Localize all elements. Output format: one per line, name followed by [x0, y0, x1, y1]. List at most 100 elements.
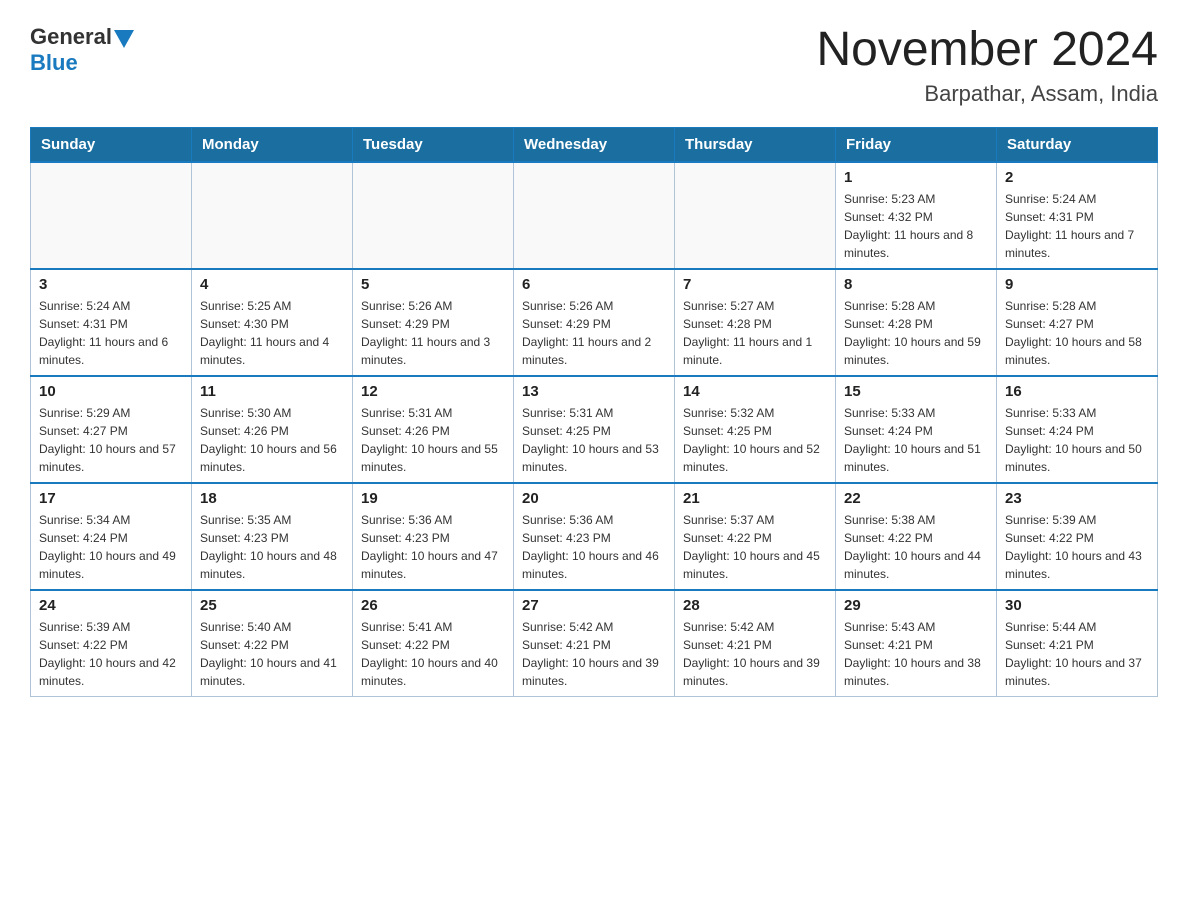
day-info: Sunrise: 5:39 AMSunset: 4:22 PMDaylight:… [39, 618, 183, 690]
calendar-cell: 26Sunrise: 5:41 AMSunset: 4:22 PMDayligh… [353, 590, 514, 697]
day-number: 8 [844, 276, 988, 293]
calendar-cell: 19Sunrise: 5:36 AMSunset: 4:23 PMDayligh… [353, 483, 514, 590]
day-info: Sunrise: 5:28 AMSunset: 4:27 PMDaylight:… [1005, 297, 1149, 369]
day-header-wednesday: Wednesday [514, 127, 675, 162]
day-info: Sunrise: 5:42 AMSunset: 4:21 PMDaylight:… [683, 618, 827, 690]
day-number: 11 [200, 383, 344, 400]
day-number: 12 [361, 383, 505, 400]
calendar-cell: 25 Sunrise: 5:40 AMSunset: 4:22 PMDayligh… [192, 590, 353, 697]
calendar-cell: 16Sunrise: 5:33 AMSunset: 4:24 PMDayligh… [997, 376, 1158, 483]
calendar-cell [31, 162, 192, 269]
day-info: Sunrise: 5:33 AMSunset: 4:24 PMDaylight:… [844, 404, 988, 476]
calendar-week-row: 10 Sunrise: 5:29 AMSunset: 4:27 PMDayligh… [31, 376, 1158, 483]
calendar-cell: 7 Sunrise: 5:27 AMSunset: 4:28 PMDaylight… [675, 269, 836, 376]
day-header-monday: Monday [192, 127, 353, 162]
day-header-tuesday: Tuesday [353, 127, 514, 162]
day-number: 6 [522, 276, 666, 293]
calendar-table: SundayMondayTuesdayWednesdayThursdayFrid… [30, 127, 1158, 697]
day-number: 16 [1005, 383, 1149, 400]
day-number: 21 [683, 490, 827, 507]
calendar-cell: 5 Sunrise: 5:26 AMSunset: 4:29 PMDaylight… [353, 269, 514, 376]
day-number: 9 [1005, 276, 1149, 293]
day-info: Sunrise: 5:32 AMSunset: 4:25 PMDaylight:… [683, 404, 827, 476]
day-number: 4 [200, 276, 344, 293]
logo-general-text: General [30, 24, 112, 50]
day-number: 22 [844, 490, 988, 507]
calendar-cell: 1 Sunrise: 5:23 AMSunset: 4:32 PMDaylight… [836, 162, 997, 269]
day-info: Sunrise: 5:27 AMSunset: 4:28 PMDaylight:… [683, 297, 827, 369]
calendar-cell: 14 Sunrise: 5:32 AMSunset: 4:25 PMDayligh… [675, 376, 836, 483]
day-number: 30 [1005, 597, 1149, 614]
day-header-saturday: Saturday [997, 127, 1158, 162]
calendar-cell [353, 162, 514, 269]
title-block: November 2024 Barpathar, Assam, India [816, 24, 1158, 107]
calendar-header-row: SundayMondayTuesdayWednesdayThursdayFrid… [31, 127, 1158, 162]
day-number: 23 [1005, 490, 1149, 507]
day-info: Sunrise: 5:23 AMSunset: 4:32 PMDaylight:… [844, 190, 988, 262]
day-info: Sunrise: 5:28 AMSunset: 4:28 PMDaylight:… [844, 297, 988, 369]
day-number: 24 [39, 597, 183, 614]
day-info: Sunrise: 5:29 AMSunset: 4:27 PMDaylight:… [39, 404, 183, 476]
calendar-subtitle: Barpathar, Assam, India [816, 81, 1158, 107]
day-number: 27 [522, 597, 666, 614]
calendar-cell: 21 Sunrise: 5:37 AMSunset: 4:22 PMDayligh… [675, 483, 836, 590]
day-number: 3 [39, 276, 183, 293]
calendar-cell: 4Sunrise: 5:25 AMSunset: 4:30 PMDaylight… [192, 269, 353, 376]
day-number: 7 [683, 276, 827, 293]
calendar-cell: 24 Sunrise: 5:39 AMSunset: 4:22 PMDayligh… [31, 590, 192, 697]
day-header-friday: Friday [836, 127, 997, 162]
day-number: 14 [683, 383, 827, 400]
calendar-cell: 6Sunrise: 5:26 AMSunset: 4:29 PMDaylight… [514, 269, 675, 376]
day-number: 1 [844, 169, 988, 186]
calendar-cell: 22 Sunrise: 5:38 AMSunset: 4:22 PMDayligh… [836, 483, 997, 590]
calendar-cell: 11 Sunrise: 5:30 AMSunset: 4:26 PMDayligh… [192, 376, 353, 483]
day-info: Sunrise: 5:40 AMSunset: 4:22 PMDaylight:… [200, 618, 344, 690]
day-info: Sunrise: 5:36 AMSunset: 4:23 PMDaylight:… [522, 511, 666, 583]
calendar-cell: 27 Sunrise: 5:42 AMSunset: 4:21 PMDayligh… [514, 590, 675, 697]
calendar-cell: 29Sunrise: 5:43 AMSunset: 4:21 PMDayligh… [836, 590, 997, 697]
calendar-cell: 18 Sunrise: 5:35 AMSunset: 4:23 PMDayligh… [192, 483, 353, 590]
day-number: 10 [39, 383, 183, 400]
calendar-cell: 10 Sunrise: 5:29 AMSunset: 4:27 PMDayligh… [31, 376, 192, 483]
calendar-cell: 15 Sunrise: 5:33 AMSunset: 4:24 PMDayligh… [836, 376, 997, 483]
day-info: Sunrise: 5:41 AMSunset: 4:22 PMDaylight:… [361, 618, 505, 690]
calendar-cell: 13 Sunrise: 5:31 AMSunset: 4:25 PMDayligh… [514, 376, 675, 483]
day-number: 25 [200, 597, 344, 614]
day-number: 29 [844, 597, 988, 614]
calendar-cell: 3 Sunrise: 5:24 AMSunset: 4:31 PMDaylight… [31, 269, 192, 376]
day-number: 18 [200, 490, 344, 507]
day-info: Sunrise: 5:30 AMSunset: 4:26 PMDaylight:… [200, 404, 344, 476]
calendar-cell: 12Sunrise: 5:31 AMSunset: 4:26 PMDayligh… [353, 376, 514, 483]
calendar-cell [675, 162, 836, 269]
calendar-cell: 17Sunrise: 5:34 AMSunset: 4:24 PMDayligh… [31, 483, 192, 590]
day-number: 19 [361, 490, 505, 507]
calendar-week-row: 17Sunrise: 5:34 AMSunset: 4:24 PMDayligh… [31, 483, 1158, 590]
calendar-week-row: 1 Sunrise: 5:23 AMSunset: 4:32 PMDaylight… [31, 162, 1158, 269]
day-info: Sunrise: 5:37 AMSunset: 4:22 PMDaylight:… [683, 511, 827, 583]
calendar-cell: 30 Sunrise: 5:44 AMSunset: 4:21 PMDayligh… [997, 590, 1158, 697]
day-info: Sunrise: 5:35 AMSunset: 4:23 PMDaylight:… [200, 511, 344, 583]
day-header-sunday: Sunday [31, 127, 192, 162]
day-info: Sunrise: 5:34 AMSunset: 4:24 PMDaylight:… [39, 511, 183, 583]
calendar-cell: 20 Sunrise: 5:36 AMSunset: 4:23 PMDayligh… [514, 483, 675, 590]
day-info: Sunrise: 5:24 AMSunset: 4:31 PMDaylight:… [39, 297, 183, 369]
calendar-cell: 23 Sunrise: 5:39 AMSunset: 4:22 PMDayligh… [997, 483, 1158, 590]
calendar-cell [514, 162, 675, 269]
day-number: 13 [522, 383, 666, 400]
logo: General Blue [30, 24, 134, 76]
day-info: Sunrise: 5:26 AMSunset: 4:29 PMDaylight:… [361, 297, 505, 369]
day-info: Sunrise: 5:44 AMSunset: 4:21 PMDaylight:… [1005, 618, 1149, 690]
day-info: Sunrise: 5:31 AMSunset: 4:25 PMDaylight:… [522, 404, 666, 476]
day-info: Sunrise: 5:38 AMSunset: 4:22 PMDaylight:… [844, 511, 988, 583]
calendar-title: November 2024 [816, 24, 1158, 77]
day-number: 20 [522, 490, 666, 507]
calendar-cell: 8 Sunrise: 5:28 AMSunset: 4:28 PMDaylight… [836, 269, 997, 376]
day-info: Sunrise: 5:39 AMSunset: 4:22 PMDaylight:… [1005, 511, 1149, 583]
day-info: Sunrise: 5:42 AMSunset: 4:21 PMDaylight:… [522, 618, 666, 690]
logo-triangle-icon [114, 30, 134, 48]
day-number: 2 [1005, 169, 1149, 186]
calendar-cell: 2Sunrise: 5:24 AMSunset: 4:31 PMDaylight… [997, 162, 1158, 269]
calendar-week-row: 24 Sunrise: 5:39 AMSunset: 4:22 PMDayligh… [31, 590, 1158, 697]
day-number: 15 [844, 383, 988, 400]
day-number: 5 [361, 276, 505, 293]
